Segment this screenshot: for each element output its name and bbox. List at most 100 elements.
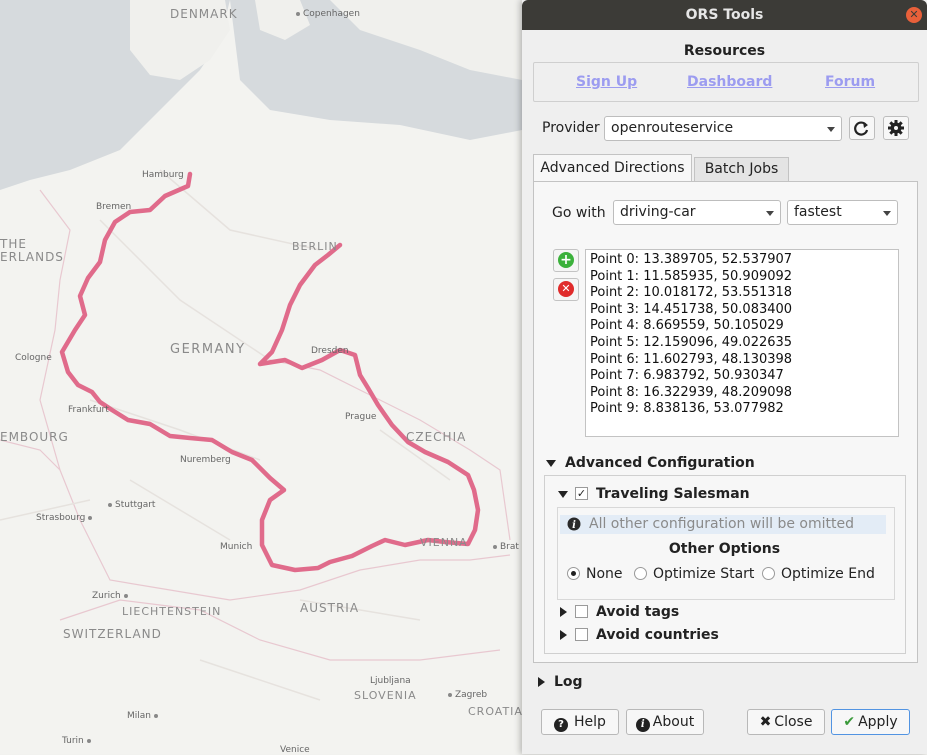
chevron-down-icon — [827, 127, 835, 132]
window-close-icon[interactable]: ✕ — [906, 7, 922, 23]
map-label-germany: GERMANY — [170, 342, 246, 357]
chevron-down-icon — [883, 211, 891, 216]
tab-batch-jobs[interactable]: Batch Jobs — [694, 157, 789, 182]
avoid-countries-label[interactable]: Avoid countries — [596, 627, 719, 643]
chevron-down-icon — [766, 211, 774, 216]
refresh-icon — [854, 121, 869, 136]
map-label-frankfurt: Frankfurt — [68, 405, 109, 415]
list-item[interactable]: Point 0: 13.389705, 52.537907 — [590, 252, 894, 269]
go-with-label: Go with — [552, 205, 606, 221]
avoid-tags-label[interactable]: Avoid tags — [596, 604, 679, 620]
provider-select[interactable]: openrouteservice — [604, 116, 842, 141]
list-item[interactable]: Point 4: 8.669559, 50.105029 — [590, 318, 894, 335]
waypoint-list[interactable]: Point 0: 13.389705, 52.537907 Point 1: 1… — [585, 249, 899, 437]
remove-points-button[interactable]: ✕ — [553, 278, 579, 301]
list-item[interactable]: Point 5: 12.159096, 49.022635 — [590, 335, 894, 352]
avoid-countries-checkbox[interactable] — [575, 628, 588, 641]
log-label[interactable]: Log — [554, 674, 583, 690]
info-message: i All other configuration will be omitte… — [560, 515, 886, 534]
map-label-hamburg: Hamburg — [142, 170, 184, 180]
map-label-copenhagen: Copenhagen — [296, 9, 360, 19]
resources-group: Sign Up Dashboard Forum — [533, 62, 919, 102]
help-label: Help — [574, 714, 606, 730]
map-label-ljubljana: Ljubljana — [370, 676, 411, 686]
apply-button[interactable]: ✔ Apply — [831, 709, 910, 735]
about-label: About — [652, 714, 695, 730]
radio-optimize-start[interactable] — [634, 567, 647, 580]
radio-optimize-end-label[interactable]: Optimize End — [781, 566, 875, 582]
map-label-czechia: CZECHIA — [406, 430, 467, 444]
expand-traveling-salesman-icon[interactable] — [558, 491, 568, 498]
map-label-croatia: CROATIA — [468, 705, 523, 718]
list-item[interactable]: Point 8: 16.322939, 48.209098 — [590, 385, 894, 402]
check-icon: ✔ — [843, 714, 856, 730]
about-button[interactable]: i About — [626, 709, 704, 735]
map-label-zurich: Zurich — [92, 591, 131, 601]
preference-select[interactable]: fastest — [787, 200, 898, 225]
profile-select[interactable]: driving-car — [613, 200, 781, 225]
tab-advanced-directions[interactable]: Advanced Directions — [533, 154, 692, 182]
traveling-salesman-label[interactable]: Traveling Salesman — [596, 486, 750, 502]
list-item[interactable]: Point 7: 6.983792, 50.930347 — [590, 368, 894, 385]
map-label-cologne: Cologne — [15, 353, 52, 363]
help-icon: ? — [554, 718, 569, 732]
list-item[interactable]: Point 2: 10.018172, 53.551318 — [590, 285, 894, 302]
refresh-button[interactable] — [849, 116, 875, 140]
apply-label: Apply — [858, 714, 898, 730]
radio-optimize-start-label[interactable]: Optimize Start — [653, 566, 754, 582]
close-icon: ✖ — [759, 714, 772, 730]
info-icon: i — [567, 517, 581, 531]
preference-value: fastest — [794, 204, 842, 220]
map-label-slovenia: SLOVENIA — [354, 689, 417, 702]
dashboard-link[interactable]: Dashboard — [687, 74, 772, 90]
expand-advanced-config-icon[interactable] — [546, 460, 556, 467]
settings-button[interactable] — [883, 116, 909, 140]
resources-heading: Resources — [683, 43, 766, 59]
map-label-stuttgart: Stuttgart — [108, 500, 155, 510]
map-label-berlin: BERLIN — [292, 240, 338, 253]
map-label-embourg: EMBOURG — [0, 430, 69, 444]
close-label: Close — [774, 714, 813, 730]
advanced-config-label[interactable]: Advanced Configuration — [565, 455, 755, 471]
list-item[interactable]: Point 6: 11.602793, 48.130398 — [590, 352, 894, 369]
profile-value: driving-car — [620, 204, 696, 220]
map-label-switzerland: SWITZERLAND — [63, 627, 162, 641]
traveling-salesman-checkbox[interactable]: ✓ — [575, 487, 588, 500]
gear-icon — [888, 120, 904, 136]
map-label-milan: Milan — [127, 711, 161, 721]
expand-avoid-countries-icon[interactable] — [560, 630, 567, 640]
map-label-brat: Brat — [493, 542, 519, 552]
provider-label: Provider — [542, 120, 600, 136]
signup-link[interactable]: Sign Up — [576, 74, 637, 90]
radio-none[interactable] — [567, 567, 580, 580]
map-label-erlands: ERLANDS — [0, 250, 64, 264]
provider-value: openrouteservice — [611, 120, 734, 136]
map-label-turin: Turin — [62, 736, 94, 746]
expand-avoid-tags-icon[interactable] — [560, 607, 567, 617]
dialog-titlebar[interactable]: ORS Tools ✕ — [522, 0, 927, 30]
list-item[interactable]: Point 9: 8.838136, 53.077982 — [590, 401, 894, 418]
map-label-denmark: DENMARK — [170, 7, 238, 21]
map-label-zagreb: Zagreb — [448, 690, 487, 700]
forum-link[interactable]: Forum — [825, 74, 875, 90]
map-label-prague: Prague — [345, 412, 377, 422]
add-point-button[interactable]: + — [553, 249, 579, 272]
close-button[interactable]: ✖ Close — [747, 709, 825, 735]
help-button[interactable]: ? Help — [541, 709, 619, 735]
radio-optimize-end[interactable] — [762, 567, 775, 580]
map-label-vienna: VIENNA — [420, 536, 468, 549]
avoid-tags-checkbox[interactable] — [575, 605, 588, 618]
list-item[interactable]: Point 1: 11.585935, 50.909092 — [590, 269, 894, 286]
map-label-liechtenstein: LIECHTENSTEIN — [122, 605, 222, 618]
map-label-munich: Munich — [220, 542, 253, 552]
map-label-bremen: Bremen — [96, 202, 132, 212]
ors-tools-dialog: ORS Tools ✕ Resources Sign Up Dashboard … — [522, 0, 927, 754]
list-item[interactable]: Point 3: 14.451738, 50.083400 — [590, 302, 894, 319]
map-label-strasbourg: Strasbourg — [36, 513, 95, 523]
radio-none-label[interactable]: None — [586, 566, 623, 582]
expand-log-icon[interactable] — [538, 677, 545, 687]
map-label-nuremberg: Nuremberg — [180, 455, 231, 465]
map-label-the: THE — [0, 237, 27, 251]
other-options-label: Other Options — [668, 541, 781, 557]
map-label-austria: AUSTRIA — [300, 601, 360, 615]
